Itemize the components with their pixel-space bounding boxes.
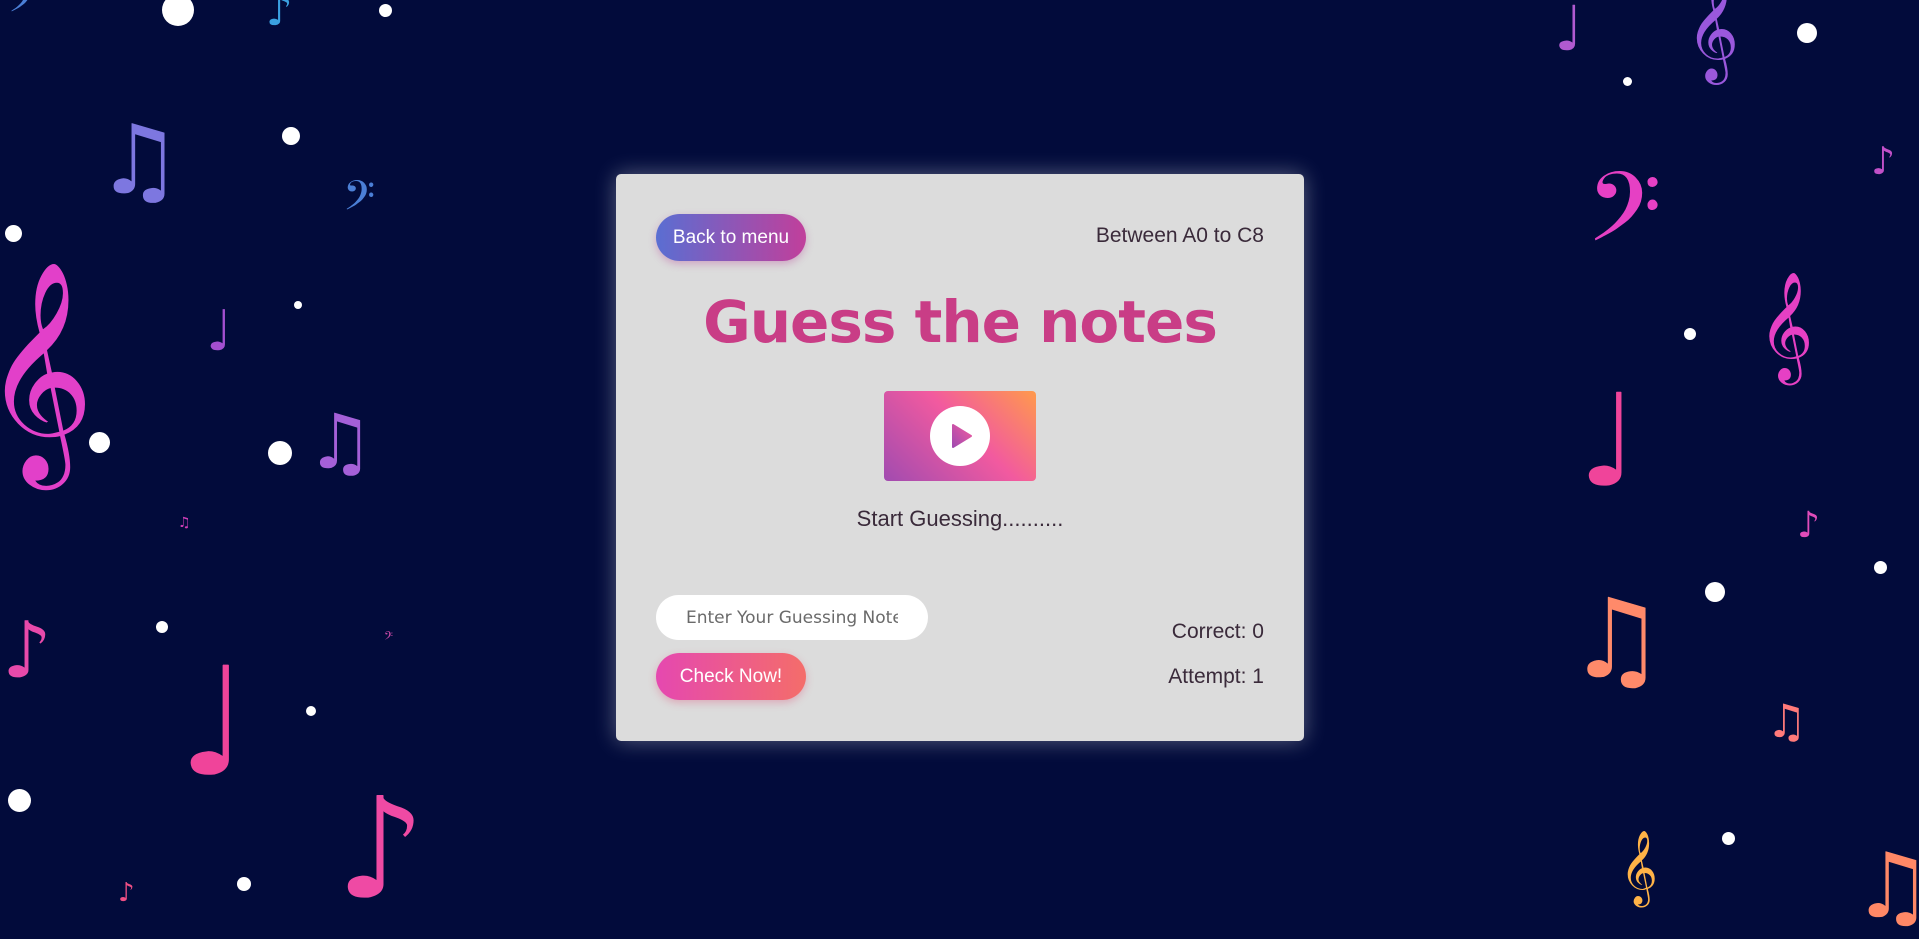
status-text: Start Guessing.......... [856,506,1064,531]
note-range-label: Between A0 to C8 [1095,224,1264,247]
treble-clef-icon: 𝄞 [1686,0,1740,81]
eighth-note-icon: ♪ [266,0,293,35]
beamed-notes-icon: ♫ [306,397,375,486]
bass-clef-icon: 𝄢 [343,172,376,230]
decor-dot [5,225,22,242]
attempt-count: Attempt: 1 [1168,665,1264,688]
quarter-note-icon: ♩ [178,636,249,810]
beamed-notes-icon: ♫ [96,104,183,216]
bass-clef-icon: 𝄢 [384,630,394,646]
guess-notes-input[interactable] [656,595,928,640]
play-note-button[interactable] [884,391,1036,481]
decor-dot [1623,77,1632,86]
decor-dot [1874,561,1887,574]
correct-count: Correct: 0 [1171,620,1264,643]
decor-dot [379,4,392,17]
quarter-note-icon: ♩ [206,299,233,364]
quarter-note-icon: ♩ [1554,0,1584,65]
check-now-button[interactable]: Check Now! [656,653,806,700]
eighth-note-icon: ♪ [1871,139,1896,183]
beamed-notes-icon: ♫ [1766,694,1808,748]
eighth-note-icon: ♪ [2,606,52,696]
bass-clef-icon: 𝄢 [8,0,38,30]
play-icon [930,406,990,466]
decor-dot [1705,582,1725,602]
eighth-note-icon: ♫ [178,515,191,531]
treble-clef-icon: 𝄞 [1758,272,1814,381]
decor-dot [1684,328,1696,340]
decor-dot [1797,23,1817,43]
game-card: Back to menu Between A0 to C8 Guess the … [616,174,1304,741]
eighth-note-icon: ♪ [1797,505,1820,546]
decor-dot [268,441,292,465]
back-to-menu-button[interactable]: Back to menu [656,214,806,261]
decor-dot [306,706,316,716]
quarter-note-icon: ♩ [1578,367,1639,516]
decor-dot [282,127,300,145]
decor-dot [294,301,302,309]
eighth-note-icon: ♪ [118,878,135,908]
bass-clef-icon: 𝄢 [1586,150,1662,288]
treble-clef-icon: 𝄞 [0,259,95,480]
decor-dot [8,789,31,812]
decor-dot [237,877,251,891]
beamed-notes-icon: ♫ [1567,575,1666,703]
treble-clef-icon: 𝄞 [1620,831,1658,905]
page-title: Guess the notes [703,288,1218,356]
beamed-notes-icon: ♫ [1852,834,1919,939]
decor-dot [1722,832,1735,845]
decor-dot [156,621,168,633]
eighth-note-icon: ♪ [336,768,426,931]
decor-dot [162,0,194,26]
